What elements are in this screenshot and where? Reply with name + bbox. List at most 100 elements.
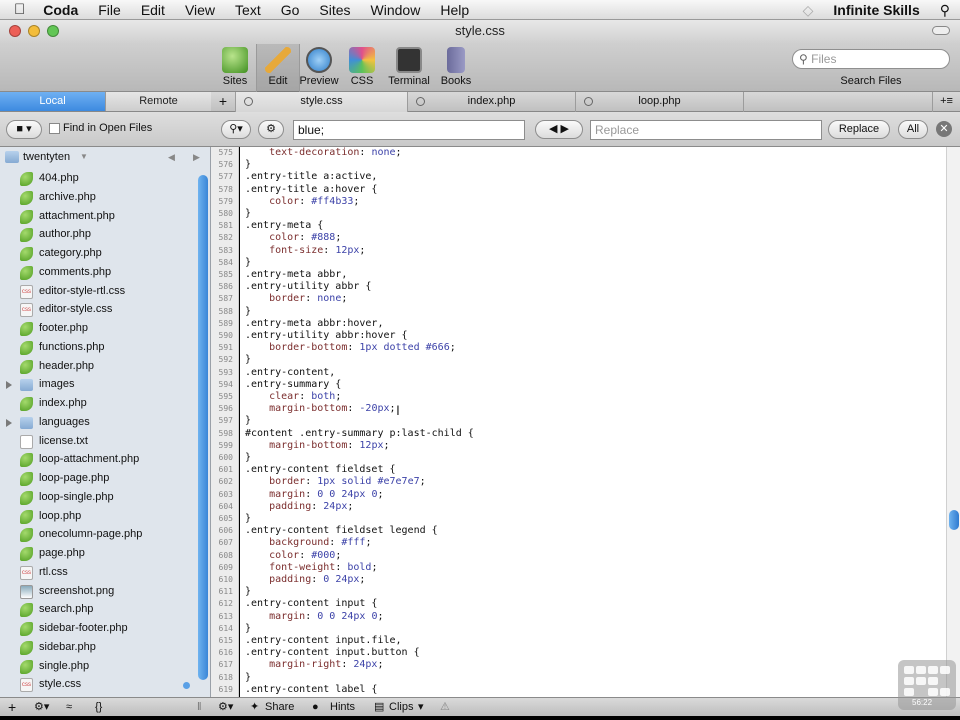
menu-file[interactable]: File	[88, 2, 131, 18]
sidebar-file[interactable]: CSS style.css	[0, 675, 196, 694]
txt-file-icon	[20, 434, 33, 449]
chevron-down-icon[interactable]: ▼	[80, 147, 88, 167]
replace-all-button[interactable]: All	[898, 120, 928, 139]
sidebar-scrollbar[interactable]	[198, 175, 208, 680]
add-file-button[interactable]: +	[8, 698, 16, 716]
sidebar-file[interactable]: 404.php	[0, 169, 196, 188]
sidebar-file[interactable]: license.txt	[0, 432, 196, 451]
line-number: 619	[218, 684, 233, 694]
sidebar-file[interactable]: sidebar-footer.php	[0, 619, 196, 638]
replace-button[interactable]: Replace	[828, 120, 890, 139]
tab-style-css[interactable]: style.css	[236, 92, 408, 112]
sidebar-file[interactable]: onecolumn-page.php	[0, 525, 196, 544]
folder-action-button[interactable]: ■ ▾	[6, 120, 42, 139]
close-tab-icon[interactable]	[244, 97, 253, 106]
line-number: 618	[218, 672, 233, 682]
sidebar-file[interactable]: sidebar.php	[0, 638, 196, 657]
toolbar-preview-button[interactable]: Preview	[297, 44, 341, 92]
sidebar-file[interactable]: functions.php	[0, 338, 196, 357]
replace-input[interactable]: Replace	[590, 120, 822, 140]
search-settings-gear-icon[interactable]: ⚙	[258, 120, 284, 139]
sidebar-file[interactable]: footer.php	[0, 319, 196, 338]
disclosure-triangle-icon[interactable]	[6, 418, 12, 427]
toolbar-books-button[interactable]: Books	[434, 44, 478, 92]
sidebar-file[interactable]: header.php	[0, 357, 196, 376]
toolbar-toggle-button[interactable]	[932, 26, 950, 35]
sidebar-file[interactable]: index.php	[0, 394, 196, 413]
tab-overflow-menu-icon[interactable]: +≡	[932, 92, 960, 112]
disclosure-triangle-icon[interactable]	[6, 381, 12, 390]
line-number: 595	[218, 392, 233, 401]
close-window-button[interactable]	[9, 25, 21, 37]
find-input[interactable]: blue;	[293, 120, 525, 140]
back-arrow-icon[interactable]: ◀	[168, 147, 175, 167]
menu-help[interactable]: Help	[430, 2, 479, 18]
tab-loop-php[interactable]: loop.php	[576, 92, 744, 112]
sidebar-file[interactable]: CSS editor-style-rtl.css	[0, 282, 196, 301]
window-title: style.css	[455, 23, 505, 38]
minimize-window-button[interactable]	[28, 25, 40, 37]
tab-remote[interactable]: Remote	[105, 92, 211, 111]
find-in-open-files-checkbox[interactable]	[49, 123, 60, 134]
close-find-bar-icon[interactable]: ✕	[936, 121, 952, 137]
search-files-input[interactable]: ⚲ Files	[792, 49, 950, 69]
menu-window[interactable]: Window	[361, 2, 431, 18]
app-menu[interactable]: Coda	[33, 2, 88, 18]
code-line: background: #fff;	[245, 537, 372, 549]
forward-arrow-icon[interactable]: ▶	[193, 147, 200, 167]
sidebar-file[interactable]: CSS editor-style.css	[0, 300, 196, 319]
sidebar-file[interactable]: loop-attachment.php	[0, 450, 196, 469]
toolbar-css-button[interactable]: CSS	[340, 44, 384, 92]
search-options-button[interactable]: ⚲▾	[221, 120, 251, 139]
editor-gear-icon[interactable]: ⚙▾	[218, 698, 233, 716]
toolbar-terminal-button[interactable]: Terminal	[384, 44, 434, 92]
zoom-window-button[interactable]	[47, 25, 59, 37]
sidebar-file[interactable]: author.php	[0, 225, 196, 244]
menu-go[interactable]: Go	[271, 2, 310, 18]
code-editor[interactable]: I text-decoration: none;} .entry-title a:…	[240, 147, 946, 697]
php-file-icon	[20, 340, 33, 355]
tab-index-php[interactable]: index.php	[408, 92, 576, 112]
new-tab-button[interactable]: +	[211, 92, 236, 112]
sidebar-file[interactable]: archive.php	[0, 188, 196, 207]
sidebar-file[interactable]: single.php	[0, 657, 196, 676]
resize-handle-icon[interactable]: ‖	[197, 698, 202, 716]
sidebar-file[interactable]: category.php	[0, 244, 196, 263]
menu-sites[interactable]: Sites	[309, 2, 360, 18]
share-button[interactable]: Share	[265, 698, 294, 716]
sidebar-file[interactable]: attachment.php	[0, 207, 196, 226]
clips-button[interactable]: Clips	[389, 698, 413, 716]
close-tab-icon[interactable]	[584, 97, 593, 106]
line-number: 614	[218, 623, 233, 633]
sidebar-file[interactable]: screenshot.png	[0, 582, 196, 601]
menu-text[interactable]: Text	[225, 2, 271, 18]
sidebar-folder[interactable]: languages	[0, 413, 196, 432]
sidebar-file[interactable]: search.php	[0, 600, 196, 619]
find-prev-next-buttons[interactable]: ◀ ▶	[535, 120, 583, 139]
warning-icon[interactable]: ⚠	[440, 698, 450, 716]
editor-scroll-thumb[interactable]	[949, 510, 959, 530]
sidebar-file[interactable]: comments.php	[0, 263, 196, 282]
sidebar-file[interactable]: loop-page.php	[0, 469, 196, 488]
close-tab-icon[interactable]	[416, 97, 425, 106]
apple-menu-icon[interactable]: 	[0, 1, 33, 18]
sidebar-folder[interactable]: images	[0, 375, 196, 394]
clips-dropdown-chevron-icon[interactable]: ▾	[418, 698, 424, 716]
sidebar-file[interactable]: loop-single.php	[0, 488, 196, 507]
menu-view[interactable]: View	[175, 2, 225, 18]
code-braces-icon[interactable]: {}	[95, 698, 102, 716]
tab-local[interactable]: Local	[0, 92, 105, 111]
sidebar-file[interactable]: CSS rtl.css	[0, 563, 196, 582]
spotlight-search-icon[interactable]: ⚲	[930, 2, 960, 19]
publish-icon[interactable]: ≈	[66, 698, 72, 716]
sidebar-root-folder[interactable]: twentyten ▼ ◀ ▶	[0, 147, 210, 167]
toolbar-edit-button[interactable]: Edit	[256, 44, 300, 92]
file-name: page.php	[39, 547, 85, 559]
toolbar-sites-button[interactable]: Sites	[213, 44, 257, 92]
hints-button[interactable]: Hints	[330, 698, 355, 716]
sidebar-gear-icon[interactable]: ⚙▾	[34, 698, 49, 716]
menu-edit[interactable]: Edit	[131, 2, 175, 18]
editor-scrollbar[interactable]	[946, 147, 960, 697]
sidebar-file[interactable]: page.php	[0, 544, 196, 563]
sidebar-file[interactable]: loop.php	[0, 507, 196, 526]
